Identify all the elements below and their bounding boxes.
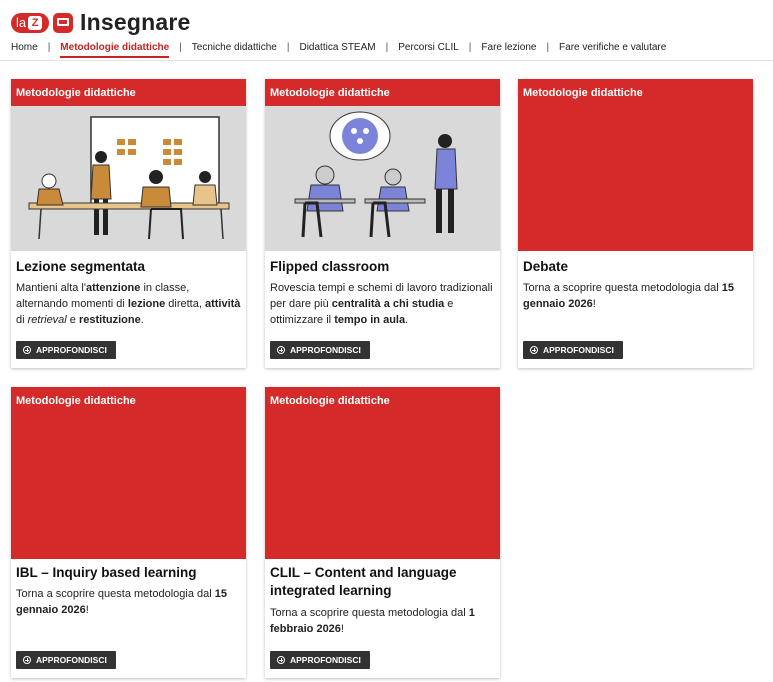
- publisher-logo-text: la: [16, 15, 27, 30]
- card-debate[interactable]: Metodologie didattiche Debate Torna a sc…: [518, 79, 753, 368]
- nav-separator: |: [179, 42, 182, 53]
- nav-separator: |: [286, 42, 290, 53]
- card-image-placeholder: Metodologie didattiche: [11, 387, 246, 559]
- nav-item-didattica-steam[interactable]: Didattica STEAM: [299, 42, 375, 53]
- card-description: Torna a scoprire questa metodologia dal …: [16, 588, 227, 616]
- card-description: Torna a scoprire questa metodologia dal …: [270, 607, 475, 635]
- nav-item-fare-verifiche[interactable]: Fare verifiche e valutare: [559, 42, 666, 53]
- nav-separator: |: [468, 42, 472, 53]
- plus-circle-icon: [23, 656, 31, 664]
- card-title[interactable]: Lezione segmentata: [16, 258, 241, 276]
- approfondisci-button[interactable]: APPROFONDISCI: [16, 651, 116, 669]
- approfondisci-button[interactable]: APPROFONDISCI: [523, 341, 623, 359]
- publisher-logo: la Z: [11, 12, 49, 33]
- card-description: Mantieni alta l'attenzione in classe, al…: [16, 282, 241, 326]
- card-description: Rovescia tempi e schemi di lavoro tradiz…: [270, 282, 493, 326]
- nav-item-percorsi-clil[interactable]: Percorsi CLIL: [398, 42, 459, 53]
- plus-circle-icon: [277, 346, 285, 354]
- publisher-logo-letter: Z: [28, 15, 43, 30]
- card-image-placeholder: Metodologie didattiche: [518, 79, 753, 251]
- card-flipped-classroom[interactable]: Metodologie didattiche Flipped classroom…: [265, 79, 500, 368]
- card-title[interactable]: IBL – Inquiry based learning: [16, 564, 241, 582]
- nav-item-tecniche-didattiche[interactable]: Tecniche didattiche: [192, 42, 277, 53]
- classroom-illustration: [294, 111, 458, 238]
- main-nav: Home | Metodologie didattiche | Tecniche…: [11, 42, 666, 58]
- approfondisci-button[interactable]: APPROFONDISCI: [16, 341, 116, 359]
- card-image-placeholder: Metodologie didattiche: [265, 387, 500, 559]
- card-title[interactable]: CLIL – Content and language integrated l…: [270, 564, 495, 600]
- card-category: Metodologie didattiche: [523, 87, 643, 99]
- site-header: la Z Insegnare Home | Metodologie didatt…: [0, 0, 773, 61]
- plus-circle-icon: [530, 346, 538, 354]
- card-image: Metodologie didattiche: [11, 79, 246, 251]
- card-lezione-segmentata[interactable]: Metodologie didattiche Lezione segmentat…: [11, 79, 246, 368]
- site-logo[interactable]: la Z Insegnare: [11, 9, 190, 36]
- plus-circle-icon: [23, 346, 31, 354]
- card-ibl[interactable]: Metodologie didattiche IBL – Inquiry bas…: [11, 387, 246, 678]
- card-category: Metodologie didattiche: [16, 395, 136, 407]
- card-category: Metodologie didattiche: [270, 395, 390, 407]
- site-title: Insegnare: [80, 9, 191, 35]
- card-description: Torna a scoprire questa metodologia dal …: [523, 282, 734, 310]
- nav-item-fare-lezione[interactable]: Fare lezione: [481, 42, 536, 53]
- approfondisci-button[interactable]: APPROFONDISCI: [270, 341, 370, 359]
- nav-separator: |: [47, 42, 51, 53]
- approfondisci-button[interactable]: APPROFONDISCI: [270, 651, 370, 669]
- nav-separator: |: [546, 42, 550, 53]
- monitor-icon: [53, 12, 73, 33]
- card-title[interactable]: Debate: [523, 258, 748, 276]
- card-title[interactable]: Flipped classroom: [270, 258, 495, 276]
- nav-item-home[interactable]: Home: [11, 42, 38, 53]
- card-image: Metodologie didattiche: [265, 79, 500, 251]
- card-clil[interactable]: Metodologie didattiche CLIL – Content an…: [265, 387, 500, 678]
- nav-item-metodologie-didattiche[interactable]: Metodologie didattiche: [60, 42, 169, 58]
- classroom-illustration: [28, 116, 230, 240]
- plus-circle-icon: [277, 656, 285, 664]
- nav-separator: |: [385, 42, 389, 53]
